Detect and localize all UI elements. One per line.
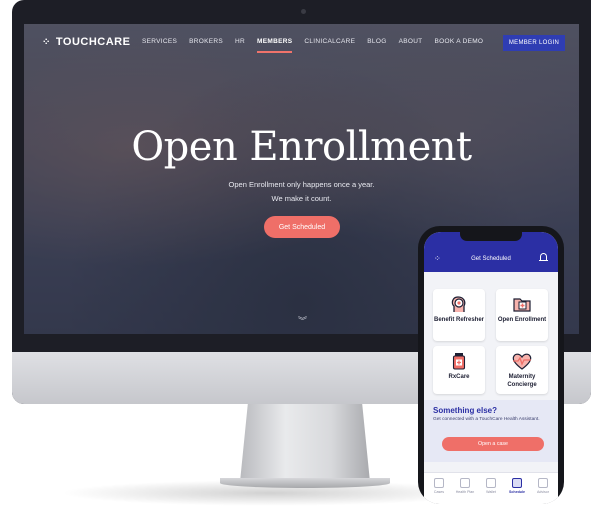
card-label: Open Enrollment [497,317,547,323]
bell-icon[interactable] [539,253,548,262]
tab-label: Health Plan [455,490,475,494]
open-a-case-button[interactable]: Open a case [442,437,544,451]
phone-frame: ⁘ Get Scheduled Benefit Refresher Open E… [418,226,564,504]
wallet-icon [486,478,496,488]
tab-advisor[interactable]: Advisor [531,478,555,494]
nav-about[interactable]: ABOUT [399,38,423,45]
nav-hr[interactable]: HR [235,38,245,45]
card-maternity-concierge[interactable]: Maternity Concierge [496,346,548,394]
imac-stand-foot [220,478,390,488]
nav-book-a-demo[interactable]: BOOK A DEMO [434,38,483,45]
cases-icon [434,478,444,488]
card-label: Maternity Concierge [507,374,537,388]
tab-label: Cases [433,490,445,494]
tab-label: Schedule [509,490,525,494]
tab-cases[interactable]: Cases [427,478,451,494]
card-label: Benefit Refresher [433,317,484,323]
app-header-title: Get Scheduled [471,256,511,262]
member-login-button[interactable]: MEMBER LOGIN [503,35,565,51]
card-rxcare[interactable]: RxCare [433,346,485,394]
nav-members[interactable]: MEMBERS [257,38,293,53]
target-head-icon [451,296,466,312]
medical-folder-icon [513,298,531,312]
calendar-icon [512,478,522,488]
tab-label: Advisor [537,490,549,494]
get-scheduled-button[interactable]: Get Scheduled [264,216,340,238]
nav-clinicalcare[interactable]: CLINICALCARE [304,38,355,45]
nav-services[interactable]: SERVICES [142,38,177,45]
tab-schedule[interactable]: Schedule [505,478,529,494]
imac-stand [240,404,370,482]
pill-bottle-icon [452,353,466,370]
something-else-title: Something else? [433,406,498,415]
tab-health-plan[interactable]: Health Plan [453,478,477,494]
phone-screen: ⁘ Get Scheduled Benefit Refresher Open E… [424,232,558,504]
tab-label: Wallet [486,490,496,494]
card-label: RxCare [448,374,470,380]
camera-icon [301,9,306,14]
touchcare-logo-icon: ⁘ [42,36,51,48]
heart-pulse-icon [512,353,532,370]
site-logo[interactable]: ⁘ TOUCHCARE [42,36,130,48]
tab-wallet[interactable]: Wallet [479,478,503,494]
app-tab-bar: Cases Health Plan Wallet Schedule Adviso… [424,472,558,504]
hero-title: Open Enrollment [131,124,472,170]
chevron-down-icon[interactable]: ︾ [298,314,307,327]
nav-brokers[interactable]: BROKERS [189,38,223,45]
logo-text: TOUCHCARE [55,36,131,48]
card-benefit-refresher[interactable]: Benefit Refresher [433,289,485,341]
nav-links: SERVICES BROKERS HR MEMBERS CLINICALCARE… [142,38,483,53]
advisor-icon [538,478,548,488]
health-plan-icon [460,478,470,488]
something-else-text: Get connected with a TouchCare Health As… [433,417,540,422]
phone-notch [460,232,522,241]
nav-blog[interactable]: BLOG [367,38,386,45]
card-open-enrollment[interactable]: Open Enrollment [496,289,548,341]
site-nav: ⁘ TOUCHCARE SERVICES BROKERS HR MEMBERS … [24,24,579,60]
hero-subtitle-line-1: Open Enrollment only happens once a year… [228,180,375,189]
hero-subtitle-line-2: We make it count. [271,194,332,203]
